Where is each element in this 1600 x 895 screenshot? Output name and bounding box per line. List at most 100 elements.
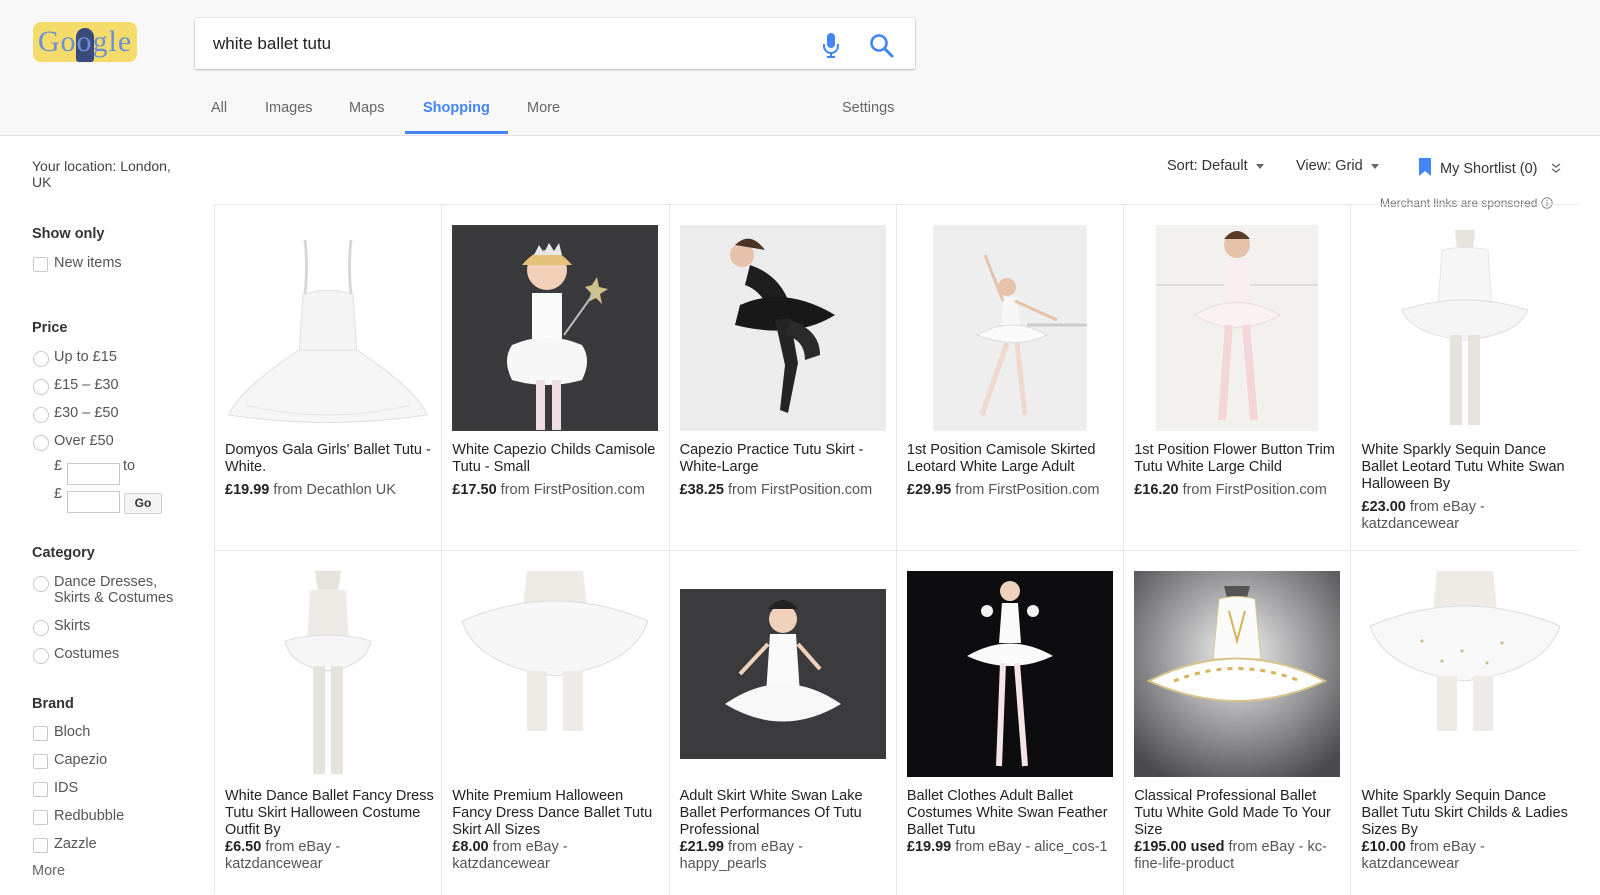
search-icon[interactable] <box>869 33 895 59</box>
price-option-label: Over £50 <box>54 433 114 449</box>
expand-icon <box>1551 163 1560 173</box>
price-option-label: Up to £15 <box>54 349 117 365</box>
product-price: £17.50 from FirstPosition.com <box>452 482 645 498</box>
product-card[interactable]: 1st Position Camisole Skirted Leotard Wh… <box>896 205 1125 551</box>
product-card[interactable]: White Dance Ballet Fancy Dress Tutu Skir… <box>215 551 443 895</box>
bookmark-icon <box>1419 158 1431 176</box>
brand-option-label: IDS <box>54 780 79 796</box>
max-price-input[interactable] <box>67 491 120 513</box>
product-card[interactable]: Capezio Practice Tutu Skirt - White-Larg… <box>669 205 897 551</box>
product-title[interactable]: White Capezio Childs Camisole Tutu - Sma… <box>452 442 662 476</box>
show-only-heading: Show only <box>32 226 105 242</box>
brand-checkbox-capezio[interactable] <box>33 754 48 769</box>
product-card[interactable]: Classical Professional Ballet Tutu White… <box>1124 551 1352 895</box>
brand-option-label: Zazzle <box>54 836 97 852</box>
brand-checkbox-zazzle[interactable] <box>33 838 48 853</box>
product-price: £19.99 from eBay - alice_cos-1 <box>906 839 1108 855</box>
category-option-label: Dance Dresses, Skirts & Costumes <box>54 574 174 606</box>
product-price: £38.25 from FirstPosition.com <box>679 482 873 498</box>
active-tab-indicator <box>405 131 508 134</box>
price-heading: Price <box>32 320 68 336</box>
product-title[interactable]: 1st Position Camisole Skirted Leotard Wh… <box>907 442 1117 476</box>
product-grid: Domyos Gala Girls' Ballet Tutu - White. … <box>214 204 1579 895</box>
go-button[interactable]: Go <box>124 493 162 514</box>
tab-images[interactable]: Images <box>265 100 313 116</box>
google-doodle-logo[interactable]: Google <box>33 22 137 62</box>
search-input[interactable] <box>213 31 793 57</box>
product-title[interactable]: Classical Professional Ballet Tutu White… <box>1134 788 1344 839</box>
product-image[interactable] <box>906 571 1113 777</box>
product-price: £195.00 used from eBay - kc-fine-life-pr… <box>1134 839 1327 872</box>
filter-sidebar: Your location: London, UK Show only New … <box>0 136 210 894</box>
product-image[interactable] <box>679 589 886 759</box>
tab-settings[interactable]: Settings <box>842 100 894 116</box>
brand-checkbox-ids[interactable] <box>33 782 48 797</box>
brand-checkbox-bloch[interactable] <box>33 726 48 741</box>
brand-heading: Brand <box>32 696 74 712</box>
chevron-down-icon <box>1255 163 1264 169</box>
product-title[interactable]: White Dance Ballet Fancy Dress Tutu Skir… <box>225 788 435 839</box>
product-title[interactable]: Ballet Clothes Adult Ballet Costumes Whi… <box>907 788 1117 839</box>
price-option-label: £30 – £50 <box>54 405 119 421</box>
product-image[interactable] <box>225 225 431 431</box>
product-image[interactable] <box>452 225 659 431</box>
product-price: £16.20 from FirstPosition.com <box>1134 482 1327 498</box>
product-title[interactable]: White Sparkly Sequin Dance Ballet Leotar… <box>1362 442 1572 493</box>
new-items-checkbox[interactable] <box>33 257 48 272</box>
product-price: £29.95 from FirstPosition.com <box>906 482 1100 498</box>
product-image[interactable] <box>1361 225 1568 431</box>
price-option-label: £15 – £30 <box>54 377 119 393</box>
product-card[interactable]: Domyos Gala Girls' Ballet Tutu - White. … <box>215 205 443 551</box>
product-title[interactable]: Domyos Gala Girls' Ballet Tutu - White. <box>225 442 435 476</box>
product-image[interactable] <box>225 571 431 777</box>
product-title[interactable]: White Premium Halloween Fancy Dress Danc… <box>452 788 662 839</box>
chevron-down-icon <box>1370 163 1379 169</box>
product-image[interactable] <box>679 225 886 431</box>
product-image[interactable] <box>1361 571 1568 777</box>
product-card[interactable]: 1st Position Flower Button Trim Tutu Whi… <box>1124 205 1352 551</box>
product-price: £19.99 from Decathlon UK <box>225 482 396 498</box>
shortlist-button[interactable]: My Shortlist (0) <box>1418 158 1562 177</box>
more-brands-link[interactable]: More <box>32 863 65 879</box>
price-radio-15-30[interactable] <box>33 379 49 395</box>
brand-option-label: Redbubble <box>54 808 125 824</box>
product-image[interactable] <box>452 571 659 777</box>
new-items-label: New items <box>54 255 122 271</box>
tab-all[interactable]: All <box>211 100 227 116</box>
product-card[interactable]: White Sparkly Sequin Dance Ballet Tutu S… <box>1352 551 1579 895</box>
brand-checkbox-redbubble[interactable] <box>33 810 48 825</box>
product-title[interactable]: White Sparkly Sequin Dance Ballet Tutu S… <box>1362 788 1572 839</box>
product-title[interactable]: Adult Skirt White Swan Lake Ballet Perfo… <box>680 788 890 839</box>
product-image[interactable] <box>1134 571 1341 777</box>
product-card[interactable]: Ballet Clothes Adult Ballet Costumes Whi… <box>897 551 1125 895</box>
product-card[interactable]: White Premium Halloween Fancy Dress Danc… <box>442 551 670 895</box>
view-dropdown[interactable]: View: Grid <box>1296 158 1379 174</box>
tab-maps[interactable]: Maps <box>349 100 384 116</box>
price-radio-up-to-15[interactable] <box>33 351 49 367</box>
min-price-currency: £ <box>54 458 63 474</box>
sort-dropdown[interactable]: Sort: Default <box>1167 158 1264 174</box>
product-price: £8.00 from eBay - katzdancewear <box>452 839 568 872</box>
category-heading: Category <box>32 545 95 561</box>
product-title[interactable]: 1st Position Flower Button Trim Tutu Whi… <box>1134 442 1344 476</box>
price-radio-over-50[interactable] <box>33 435 49 451</box>
product-image[interactable] <box>906 225 1113 431</box>
max-price-currency: £ <box>54 486 63 502</box>
product-price: £6.50 from eBay - katzdancewear <box>225 839 341 872</box>
tab-shopping[interactable]: Shopping <box>423 100 490 116</box>
min-price-input[interactable] <box>67 463 120 485</box>
product-card[interactable]: Adult Skirt White Swan Lake Ballet Perfo… <box>670 551 897 895</box>
category-option-label: Skirts <box>54 618 91 634</box>
brand-option-label: Bloch <box>54 724 91 740</box>
category-radio-dance-dresses[interactable] <box>33 576 49 592</box>
tab-more[interactable]: More <box>527 100 560 116</box>
brand-option-label: Capezio <box>54 752 108 768</box>
product-title[interactable]: Capezio Practice Tutu Skirt - White-Larg… <box>680 442 890 476</box>
product-card[interactable]: White Sparkly Sequin Dance Ballet Leotar… <box>1351 205 1579 551</box>
category-radio-skirts[interactable] <box>33 620 49 636</box>
price-radio-30-50[interactable] <box>33 407 49 423</box>
category-radio-costumes[interactable] <box>33 648 49 664</box>
product-image[interactable] <box>1134 225 1341 431</box>
microphone-icon[interactable] <box>821 32 841 60</box>
product-card[interactable]: White Capezio Childs Camisole Tutu - Sma… <box>442 205 670 551</box>
